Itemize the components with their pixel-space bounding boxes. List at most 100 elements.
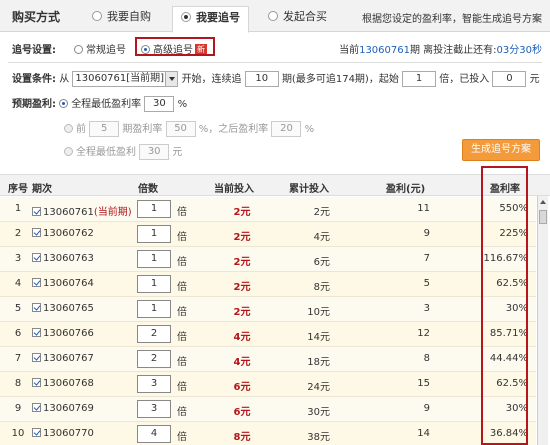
smart-chase-tip: 根据您设定的盈利率，智能生成追号方案 [362, 14, 542, 25]
multiple-unit: 倍 [177, 382, 187, 393]
multiple-input[interactable]: 3 [137, 375, 171, 393]
min-profit-input[interactable]: 30 [139, 144, 170, 160]
multiple-input[interactable]: 1 [137, 275, 171, 293]
invested-input[interactable]: 0 [492, 71, 527, 87]
multiple-input[interactable]: 4 [137, 425, 171, 443]
total-investment: 8元 [313, 282, 330, 293]
current-period-tag: (当前期) [93, 207, 132, 218]
total-investment: 6元 [313, 257, 330, 268]
row-checkbox[interactable] [32, 353, 41, 362]
table-row: 4 13060764 1 倍 2元 8元 5 62.5% [0, 272, 536, 297]
current-investment: 2元 [233, 307, 251, 318]
min-rate-input[interactable]: 30 [144, 96, 175, 112]
total-investment: 18元 [307, 357, 330, 368]
min-rate-option[interactable]: 全程最低盈利率 [59, 99, 141, 110]
row-checkbox[interactable] [32, 303, 41, 312]
current-investment: 4元 [233, 332, 251, 343]
table-row: 1 13060761(当前期) 1 倍 2元 2元 11 550% [0, 197, 536, 222]
row-checkbox[interactable] [32, 278, 41, 287]
current-period: 13060761 [359, 45, 410, 56]
current-investment: 6元 [233, 382, 251, 393]
multiple-unit: 倍 [177, 407, 187, 418]
radio-icon [74, 45, 83, 54]
table-scrollbar[interactable] [537, 196, 548, 445]
period-cell: 13060763 [32, 253, 94, 264]
row-checkbox[interactable] [32, 403, 41, 412]
multiple-unit: 倍 [177, 257, 187, 268]
segmented-rate-option[interactable]: 前 5 期盈利率 50 %，之后盈利率 20 % [64, 120, 314, 137]
row-number: 10 [11, 428, 25, 439]
current-investment: 2元 [233, 282, 251, 293]
table-row: 8 13060768 3 倍 6元 24元 15 62.5% [0, 372, 536, 397]
period-cell: 13060765 [32, 303, 94, 314]
total-investment: 38元 [307, 432, 330, 443]
expected-profit-row: 预期盈利: 全程最低盈利率 30 % [12, 96, 188, 112]
profit: 5 [423, 278, 430, 289]
row-checkbox[interactable] [32, 328, 41, 337]
chase-setting-label: 追号设置: [12, 45, 56, 56]
settings-row: 设置条件: 从 13060761[当前期] 开始，连续追 10 期(最多可追17… [12, 71, 540, 87]
row-number: 5 [14, 303, 22, 314]
multiple-input[interactable]: 2 [137, 350, 171, 368]
table-row: 10 13060770 4 倍 8元 38元 14 36.84% [0, 422, 536, 445]
period-cell: 13060766 [32, 328, 94, 339]
multiple-unit: 倍 [177, 357, 187, 368]
tab-chase-number[interactable]: 我要追号 [172, 6, 249, 33]
current-investment: 2元 [233, 232, 251, 243]
table-row: 2 13060762 1 倍 2元 4元 9 225% [0, 222, 536, 247]
start-period-select[interactable]: 13060761[当前期] [72, 71, 179, 87]
table-row: 5 13060765 1 倍 2元 10元 3 30% [0, 297, 536, 322]
scroll-thumb[interactable] [539, 210, 547, 224]
generate-plan-button[interactable]: 生成追号方案 [462, 139, 540, 161]
period-cell: 13060762 [32, 228, 94, 239]
multiple-input[interactable]: 1 [137, 225, 171, 243]
divider [8, 62, 542, 63]
chevron-down-icon [165, 72, 178, 86]
radio-icon [268, 11, 278, 21]
period-cell: 13060769 [32, 403, 94, 414]
multiple-unit: 倍 [177, 332, 187, 343]
total-investment: 14元 [307, 332, 330, 343]
profit: 14 [417, 428, 430, 439]
first-rate-input[interactable]: 50 [165, 121, 196, 137]
row-checkbox[interactable] [32, 378, 41, 387]
radio-selected-icon [59, 99, 69, 108]
normal-chase-option[interactable]: 常规追号 [74, 41, 126, 56]
total-investment: 4元 [313, 232, 330, 243]
row-number: 8 [14, 378, 22, 389]
later-rate-input[interactable]: 20 [271, 121, 302, 137]
profit: 7 [423, 253, 430, 264]
row-checkbox[interactable] [32, 228, 41, 237]
multiple-input[interactable]: 1 [137, 300, 171, 318]
current-investment: 2元 [233, 207, 251, 218]
multiple-input[interactable]: 2 [137, 325, 171, 343]
multiple-input[interactable]: 3 [137, 400, 171, 418]
multiple-input[interactable]: 1 [137, 250, 171, 268]
first-periods-input[interactable]: 5 [89, 121, 120, 137]
profit: 8 [423, 353, 430, 364]
periods-input[interactable]: 10 [244, 71, 279, 87]
multiple-input[interactable]: 1 [137, 200, 171, 218]
multiple-unit: 倍 [177, 232, 187, 243]
row-checkbox[interactable] [32, 428, 41, 437]
period-cell: 13060761(当前期) [32, 203, 132, 218]
radio-icon [64, 147, 73, 156]
current-investment: 2元 [233, 257, 251, 268]
row-checkbox[interactable] [32, 253, 41, 262]
tab-self-buy[interactable]: 我要自购 [92, 6, 151, 32]
row-checkbox[interactable] [32, 207, 41, 216]
tab-group-buy[interactable]: 发起合买 [268, 6, 327, 32]
min-profit-option[interactable]: 全程最低盈利 30 元 [64, 143, 182, 160]
profit: 15 [417, 378, 430, 389]
table-row: 6 13060766 2 倍 4元 14元 12 85.71% [0, 322, 536, 347]
current-investment: 6元 [233, 407, 251, 418]
current-investment: 8元 [233, 432, 251, 443]
row-number: 9 [14, 403, 22, 414]
start-multiple-input[interactable]: 1 [402, 71, 437, 87]
multiple-unit: 倍 [177, 432, 187, 443]
countdown-timer: 03分30秒 [496, 45, 542, 56]
scroll-up-icon[interactable] [539, 197, 547, 207]
table-row: 7 13060767 2 倍 4元 18元 8 44.44% [0, 347, 536, 372]
radio-selected-icon [181, 12, 191, 22]
row-number: 7 [14, 353, 22, 364]
